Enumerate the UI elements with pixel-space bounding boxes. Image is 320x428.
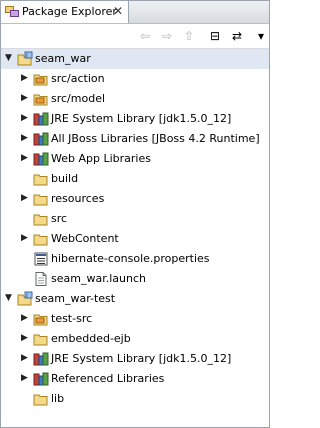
tree-item[interactable]: ▶ WebContent [1,229,269,249]
tree-item-label: All JBoss Libraries [JBoss 4.2 Runtime] [51,132,260,145]
tree-item[interactable]: ▶ embedded-ejb [1,329,269,349]
tree-item[interactable]: ▶ src/model [1,89,269,109]
package-explorer-view: Package Explorer ✕ ⇦ ⇨ ⇧ ⊟ ⇄ ▾ ▼ Jseam_war ▶ src… [0,0,270,428]
tree-item[interactable]: build [1,169,269,189]
view-menu-icon[interactable]: ▾ [253,28,269,44]
tree-item-label: src [51,212,68,225]
back-icon[interactable]: ⇦ [137,28,153,44]
svg-text:J: J [25,293,27,299]
tree-item-label: embedded-ejb [51,332,131,345]
properties-file-icon [33,251,49,267]
tree-item-label: src/action [51,72,105,85]
tree-item[interactable]: src [1,209,269,229]
folder-icon [33,211,49,227]
collapsed-twisty-icon[interactable]: ▶ [21,133,31,145]
collapsed-twisty-icon[interactable]: ▶ [21,193,31,205]
tree-item[interactable]: seam_war.launch [1,269,269,289]
folder-icon [33,331,49,347]
tree-item-label: resources [51,192,105,205]
tree-item[interactable]: ▼ Jseam_war-test [1,289,269,309]
tree-item-label: JRE System Library [jdk1.5.0_12] [51,112,232,125]
collapsed-twisty-icon[interactable]: ▶ [21,73,31,85]
tree-item-label: seam_war.launch [51,272,146,285]
tree-item-label: Referenced Libraries [51,372,165,385]
tree-item[interactable]: ▶ Referenced Libraries [1,369,269,389]
project-icon: J [17,291,33,307]
tree-item-label: build [51,172,79,185]
expanded-twisty-icon[interactable]: ▼ [5,293,15,305]
collapse-all-icon[interactable]: ⊟ [207,28,223,44]
tree-item-label: Web App Libraries [51,152,151,165]
tree-item[interactable]: ▶ Web App Libraries [1,149,269,169]
collapsed-twisty-icon[interactable]: ▶ [21,113,31,125]
tree-item[interactable]: hibernate-console.properties [1,249,269,269]
tree-item-label: WebContent [51,232,119,245]
folder-icon [33,391,49,407]
tree-item-label: hibernate-console.properties [51,252,210,265]
tab-package-explorer[interactable]: Package Explorer ✕ [1,1,129,23]
collapsed-twisty-icon[interactable]: ▶ [21,233,31,245]
view-tab-bar: Package Explorer ✕ [1,1,269,24]
tree-item[interactable]: lib [1,389,269,409]
library-icon [33,131,49,147]
library-icon [33,351,49,367]
source-folder-icon [33,311,49,327]
svg-text:J: J [25,53,27,59]
collapsed-twisty-icon[interactable]: ▶ [21,353,31,365]
forward-icon[interactable]: ⇨ [159,28,175,44]
tree-item-label: test-src [51,312,93,325]
close-icon[interactable]: ✕ [113,4,123,18]
tree-item[interactable]: ▶ JRE System Library [jdk1.5.0_12] [1,349,269,369]
file-icon [33,271,49,287]
project-icon: J [17,51,33,67]
collapsed-twisty-icon[interactable]: ▶ [21,93,31,105]
library-icon [33,111,49,127]
folder-icon [33,231,49,247]
tree-item-label: src/model [51,92,106,105]
source-folder-icon [33,71,49,87]
tree-item[interactable]: ▶ JRE System Library [jdk1.5.0_12] [1,109,269,129]
collapsed-twisty-icon[interactable]: ▶ [21,153,31,165]
tree-item[interactable]: ▶ src/action [1,69,269,89]
tree-item[interactable]: ▶ All JBoss Libraries [JBoss 4.2 Runtime] [1,129,269,149]
expanded-twisty-icon[interactable]: ▼ [5,53,15,65]
tree-item[interactable]: ▶ test-src [1,309,269,329]
tree-item-label: lib [51,392,65,405]
tree-item-label: seam_war [35,52,91,65]
library-icon [33,371,49,387]
up-icon[interactable]: ⇧ [181,28,197,44]
folder-icon [33,191,49,207]
link-with-editor-icon[interactable]: ⇄ [229,28,245,44]
library-icon [33,151,49,167]
collapsed-twisty-icon[interactable]: ▶ [21,313,31,325]
collapsed-twisty-icon[interactable]: ▶ [21,333,31,345]
tree-item[interactable]: ▼ Jseam_war [1,49,269,69]
view-toolbar: ⇦ ⇨ ⇧ ⊟ ⇄ ▾ [1,24,269,49]
tree-item-label: JRE System Library [jdk1.5.0_12] [51,352,232,365]
source-folder-icon [33,91,49,107]
tree-item[interactable]: ▶ resources [1,189,269,209]
tab-title: Package Explorer [22,5,117,18]
collapsed-twisty-icon[interactable]: ▶ [21,373,31,385]
folder-icon [33,171,49,187]
package-explorer-icon [5,5,19,18]
tree-item-label: seam_war-test [35,292,116,305]
